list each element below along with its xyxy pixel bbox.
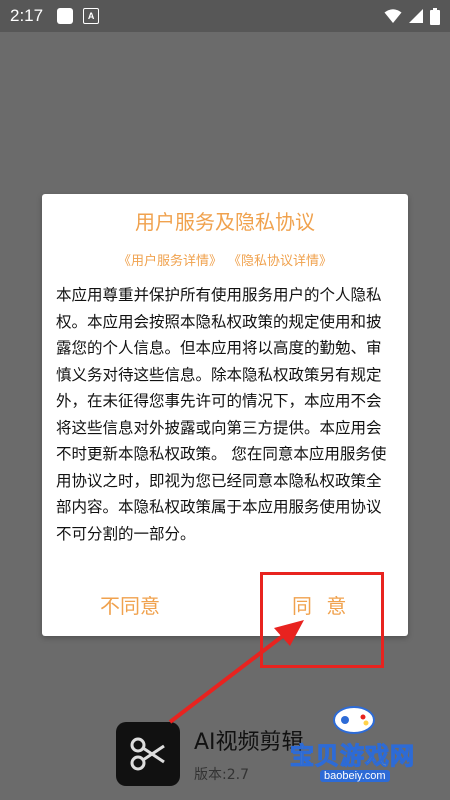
status-indicators bbox=[384, 7, 440, 25]
privacy-policy-link[interactable]: 《隐私协议详情》 bbox=[228, 250, 332, 269]
app-logo bbox=[116, 722, 180, 786]
annotation-highlight-box bbox=[260, 572, 384, 668]
status-time: 2:17 bbox=[10, 6, 44, 25]
background-app-info: AI视频剪辑 版本:2.7 bbox=[116, 722, 304, 786]
gamepad-icon bbox=[333, 706, 375, 734]
accessibility-icon: A bbox=[83, 8, 100, 24]
watermark-name: 宝贝游戏网 bbox=[290, 742, 415, 771]
notification-icon bbox=[57, 8, 74, 24]
watermark-url: baobeiy.com bbox=[320, 770, 390, 782]
status-bar: 2:17 A bbox=[0, 0, 450, 32]
wifi-icon bbox=[384, 9, 402, 23]
privacy-dialog: 用户服务及隐私协议 《用户服务详情》 《隐私协议详情》 本应用尊重并保护所有使用… bbox=[42, 194, 408, 636]
battery-icon bbox=[430, 7, 440, 25]
dialog-links: 《用户服务详情》 《隐私协议详情》 bbox=[42, 250, 408, 269]
user-service-link[interactable]: 《用户服务详情》 bbox=[118, 250, 222, 269]
dialog-body: 本应用尊重并保护所有使用服务用户的个人隐私权。本应用会按照本隐私权政策的规定使用… bbox=[56, 286, 387, 543]
watermark: 宝贝游戏网 baobeiy.com bbox=[280, 700, 440, 790]
signal-icon bbox=[409, 9, 423, 23]
dialog-title: 用户服务及隐私协议 bbox=[135, 210, 315, 234]
scissors-icon bbox=[130, 737, 165, 771]
disagree-button[interactable]: 不同意 bbox=[100, 590, 160, 619]
